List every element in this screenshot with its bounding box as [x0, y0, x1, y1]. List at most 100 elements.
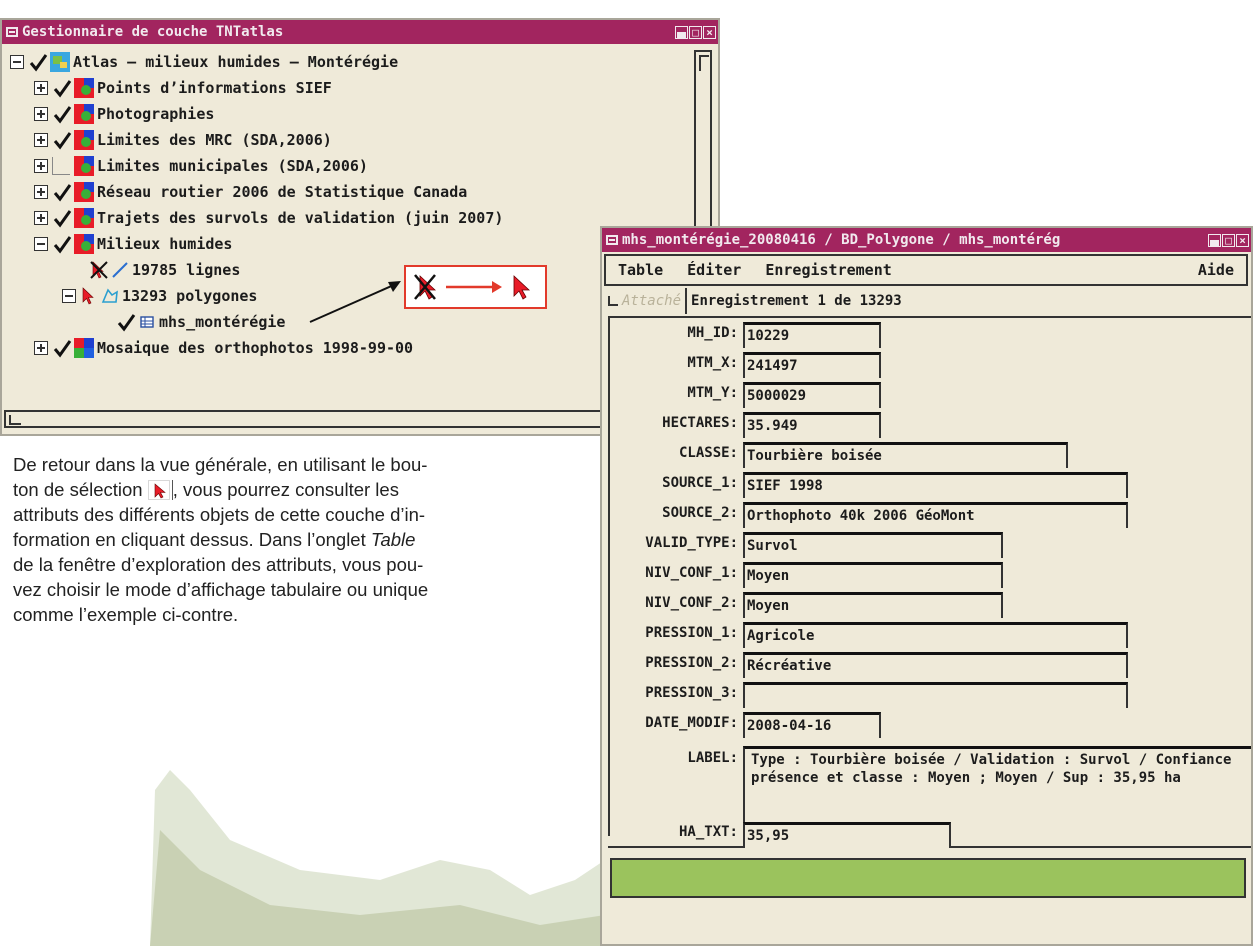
checkmark-icon[interactable]	[52, 104, 72, 124]
tree-item-points-sief[interactable]: Points d’informations SIEF	[34, 76, 332, 100]
menu-table[interactable]: Table	[606, 261, 675, 279]
menu-editer[interactable]: Éditer	[675, 261, 753, 279]
attache-checkbox[interactable]	[608, 296, 618, 306]
attribute-titlebar[interactable]: mhs_montérégie_20080416 / BD_Polygone / …	[602, 228, 1251, 252]
paragraph-line: ton de sélection , vous pourrez consulte…	[13, 477, 593, 502]
tree-item-label: Points d’informations SIEF	[97, 79, 332, 97]
select-disabled-icon[interactable]	[90, 261, 108, 279]
tree-item-milieux-humides[interactable]: Milieux humides	[34, 232, 232, 256]
tree-item-limites-mrc[interactable]: Limites des MRC (SDA,2006)	[34, 128, 332, 152]
tree-item-reseau-routier[interactable]: Réseau routier 2006 de Statistique Canad…	[34, 180, 467, 204]
field-label: MH_ID:	[687, 325, 738, 341]
expand-icon[interactable]	[34, 341, 48, 355]
attache-toggle[interactable]: Attaché	[602, 288, 688, 314]
paragraph-line: vez choisir le mode d’affichage tabulair…	[13, 579, 429, 600]
window-menu-icon[interactable]	[6, 27, 18, 37]
field-value-valid-type[interactable]: Survol	[743, 532, 1003, 558]
status-bar	[610, 858, 1246, 898]
close-icon[interactable]: ×	[1236, 233, 1249, 247]
minimize-icon[interactable]	[675, 25, 688, 39]
field-label: DATE_MODIF:	[645, 715, 738, 731]
field-value-niv-conf-2[interactable]: Moyen	[743, 592, 1003, 618]
tree-item-label: Réseau routier 2006 de Statistique Canad…	[97, 183, 468, 201]
close-icon[interactable]: ×	[703, 25, 716, 39]
tree-item-polygones[interactable]: 13293 polygones	[62, 284, 257, 308]
tree-item-photographies[interactable]: Photographies	[34, 102, 214, 126]
field-value-pression-2[interactable]: Récréative	[743, 652, 1128, 678]
tree-item-mhs-monteregie[interactable]: mhs_montérégie	[116, 310, 285, 334]
checkmark-icon[interactable]	[116, 312, 136, 332]
checkmark-icon[interactable]	[52, 338, 72, 358]
collapse-icon[interactable]	[10, 55, 24, 69]
menu-enregistrement[interactable]: Enregistrement	[753, 261, 903, 279]
tree-item-atlas[interactable]: Atlas – milieux humides – Montérégie	[10, 50, 398, 74]
layer-manager-titlebar[interactable]: Gestionnaire de couche TNTatlas □ ×	[2, 20, 718, 44]
field-value-pression-1[interactable]: Agricole	[743, 622, 1128, 648]
checkmark-icon[interactable]	[28, 52, 48, 72]
maximize-icon[interactable]: □	[689, 25, 702, 39]
field-value-classe[interactable]: Tourbière boisée	[743, 442, 1068, 468]
table-icon	[140, 316, 154, 328]
expand-icon[interactable]	[34, 159, 48, 173]
field-value-ha-txt[interactable]: 35,95	[743, 822, 951, 848]
field-label: HA_TXT:	[678, 824, 738, 840]
mosaic-icon	[74, 338, 94, 358]
window-menu-icon[interactable]	[606, 235, 618, 245]
expand-icon[interactable]	[34, 211, 48, 225]
attache-label: Attaché	[622, 293, 682, 309]
field-value-source-1[interactable]: SIEF 1998	[743, 472, 1128, 498]
layer-manager-title: Gestionnaire de couche TNTatlas	[22, 24, 284, 40]
collapse-icon[interactable]	[34, 237, 48, 251]
checkmark-icon[interactable]	[52, 130, 72, 150]
menu-aide[interactable]: Aide	[1186, 261, 1246, 279]
minimize-icon[interactable]	[1208, 233, 1221, 247]
tree-item-label: Milieux humides	[97, 235, 233, 253]
paragraph-text: ton de sélection	[13, 479, 143, 500]
field-value-mtm-x[interactable]: 241497	[743, 352, 881, 378]
checkmark-icon[interactable]	[52, 182, 72, 202]
attribute-fields: MH_ID: 10229 MTM_X: 241497 MTM_Y: 500002…	[608, 316, 1251, 836]
horizontal-scrollbar[interactable]	[4, 410, 700, 428]
field-label: SOURCE_1:	[662, 475, 738, 491]
checkmark-icon[interactable]	[52, 234, 72, 254]
description-paragraph: De retour dans la vue générale, en utili…	[13, 452, 593, 627]
select-disabled-icon	[414, 274, 437, 300]
field-label: MTM_X:	[687, 355, 738, 371]
tree-item-trajets-survols[interactable]: Trajets des survols de validation (juin …	[34, 206, 503, 230]
tree-item-lignes[interactable]: 19785 lignes	[90, 258, 240, 282]
field-value-source-2[interactable]: Orthophoto 40k 2006 GéoMont	[743, 502, 1128, 528]
paragraph-emphasis: Table	[370, 529, 416, 550]
field-value-date-modif[interactable]: 2008-04-16	[743, 712, 881, 738]
field-value-mh-id[interactable]: 10229	[743, 322, 881, 348]
maximize-icon[interactable]: □	[1222, 233, 1235, 247]
field-label: PRESSION_1:	[645, 625, 738, 641]
tree-item-label: Limites des MRC (SDA,2006)	[97, 131, 332, 149]
paragraph-line: comme l’exemple ci-contre.	[13, 604, 239, 625]
tree-item-limites-municipales[interactable]: Limites municipales (SDA,2006)	[34, 154, 368, 178]
expand-icon[interactable]	[34, 133, 48, 147]
field-label: NIV_CONF_2:	[645, 595, 738, 611]
checkmark-icon[interactable]	[52, 208, 72, 228]
tree-item-mosaique[interactable]: Mosaique des orthophotos 1998-99-00	[34, 336, 413, 360]
expand-icon[interactable]	[34, 185, 48, 199]
attribute-window-title: mhs_montérégie_20080416 / BD_Polygone / …	[622, 232, 1061, 248]
field-label: SOURCE_2:	[662, 505, 738, 521]
field-label: LABEL:	[687, 750, 738, 766]
field-value-pression-3[interactable]	[743, 682, 1128, 708]
select-arrow-icon[interactable]	[80, 287, 98, 305]
select-arrow-icon	[513, 275, 531, 300]
expand-icon[interactable]	[34, 107, 48, 121]
paragraph-line: attributs des différents objets de cette…	[13, 504, 426, 525]
tree-item-label: Trajets des survols de validation (juin …	[97, 209, 504, 227]
paragraph-text: , vous pourrez consulter les	[172, 479, 399, 500]
field-value-mtm-y[interactable]: 5000029	[743, 382, 881, 408]
checkmark-icon[interactable]	[52, 78, 72, 98]
unchecked-box[interactable]	[52, 157, 70, 175]
tree-item-label: Photographies	[97, 105, 215, 123]
expand-icon[interactable]	[34, 81, 48, 95]
field-value-hectares[interactable]: 35.949	[743, 412, 881, 438]
collapse-icon[interactable]	[62, 289, 76, 303]
line-icon	[112, 262, 128, 278]
field-value-niv-conf-1[interactable]: Moyen	[743, 562, 1003, 588]
paragraph-line: formation en cliquant dessus. Dans l’ong…	[13, 527, 593, 552]
